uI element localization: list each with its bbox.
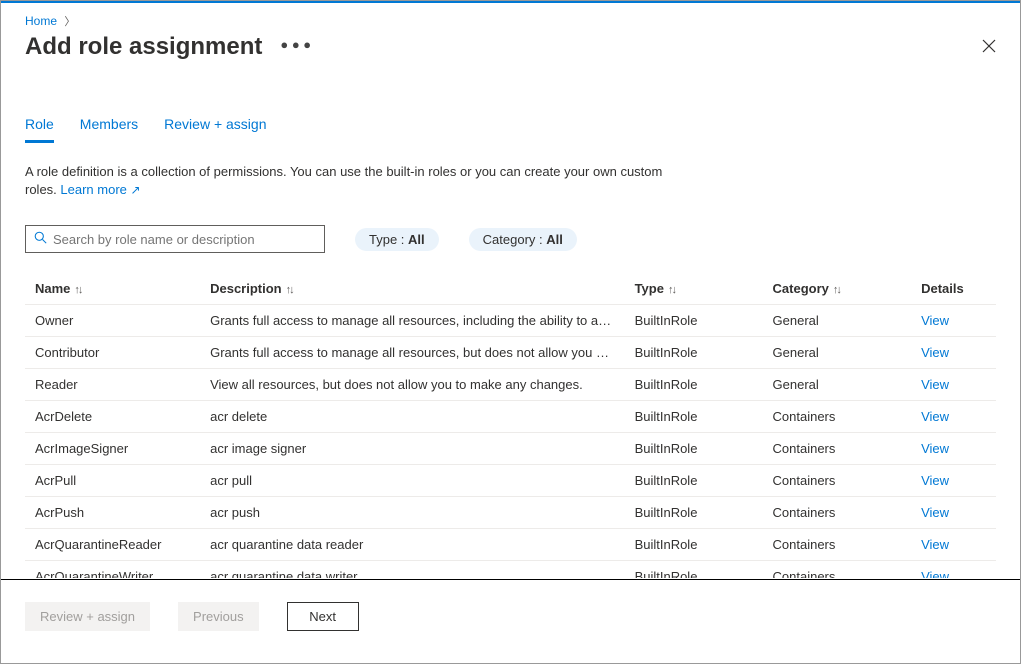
column-header-description[interactable]: Description↑↓	[200, 273, 624, 305]
role-name-cell: Reader	[25, 369, 200, 401]
role-type-cell: BuiltInRole	[625, 305, 763, 337]
view-link[interactable]: View	[921, 473, 949, 488]
role-category-cell: Containers	[763, 497, 912, 529]
close-icon[interactable]	[982, 39, 996, 56]
role-type-cell: BuiltInRole	[625, 561, 763, 579]
previous-button: Previous	[178, 602, 259, 631]
breadcrumb: Home 〉	[1, 3, 1020, 33]
role-name-cell: AcrQuarantineReader	[25, 529, 200, 561]
view-link[interactable]: View	[921, 441, 949, 456]
role-category-cell: Containers	[763, 433, 912, 465]
role-category-cell: Containers	[763, 561, 912, 579]
tab-role[interactable]: Role	[25, 112, 54, 143]
role-description-cell: Grants full access to manage all resourc…	[200, 337, 624, 369]
view-link[interactable]: View	[921, 537, 949, 552]
tab-bar: Role Members Review + assign	[25, 112, 996, 143]
column-header-category[interactable]: Category↑↓	[763, 273, 912, 305]
view-link[interactable]: View	[921, 345, 949, 360]
role-name-cell: AcrImageSigner	[25, 433, 200, 465]
role-category-cell: Containers	[763, 465, 912, 497]
role-category-cell: General	[763, 369, 912, 401]
role-name-cell: Owner	[25, 305, 200, 337]
role-description-cell: Grants full access to manage all resourc…	[200, 305, 624, 337]
table-row[interactable]: OwnerGrants full access to manage all re…	[25, 305, 996, 337]
role-name-cell: AcrPush	[25, 497, 200, 529]
role-category-cell: General	[763, 305, 912, 337]
table-row[interactable]: AcrQuarantineWriteracr quarantine data w…	[25, 561, 996, 579]
category-filter-pill[interactable]: Category : All	[469, 228, 577, 251]
tab-members[interactable]: Members	[80, 112, 138, 143]
view-link[interactable]: View	[921, 377, 949, 392]
content-scroll[interactable]: Role Members Review + assign A role defi…	[1, 86, 1020, 578]
search-icon	[34, 231, 47, 247]
search-input-wrapper[interactable]	[25, 225, 325, 253]
chevron-right-icon: 〉	[64, 16, 75, 28]
external-link-icon: ↗	[131, 183, 141, 197]
table-row[interactable]: AcrPushacr pushBuiltInRoleContainers View	[25, 497, 996, 529]
role-description-cell: acr pull	[200, 465, 624, 497]
type-filter-pill[interactable]: Type : All	[355, 228, 439, 251]
sort-icon: ↑↓	[74, 284, 81, 296]
role-name-cell: Contributor	[25, 337, 200, 369]
role-name-cell: AcrPull	[25, 465, 200, 497]
sort-icon: ↑↓	[833, 284, 840, 296]
role-type-cell: BuiltInRole	[625, 401, 763, 433]
column-header-type[interactable]: Type↑↓	[625, 273, 763, 305]
learn-more-link[interactable]: Learn more ↗	[60, 182, 140, 197]
horizontal-scrollbar[interactable]	[1, 639, 1020, 655]
role-description-cell: acr push	[200, 497, 624, 529]
role-category-cell: General	[763, 337, 912, 369]
role-description-cell: acr delete	[200, 401, 624, 433]
column-header-name[interactable]: Name↑↓	[25, 273, 200, 305]
table-row[interactable]: AcrPullacr pullBuiltInRoleContainers View	[25, 465, 996, 497]
role-category-cell: Containers	[763, 529, 912, 561]
column-header-details: Details	[911, 273, 996, 305]
role-type-cell: BuiltInRole	[625, 465, 763, 497]
role-name-cell: AcrQuarantineWriter	[25, 561, 200, 579]
view-link[interactable]: View	[921, 505, 949, 520]
role-type-cell: BuiltInRole	[625, 337, 763, 369]
table-row[interactable]: AcrImageSigneracr image signerBuiltInRol…	[25, 433, 996, 465]
role-description-cell: acr quarantine data writer	[200, 561, 624, 579]
table-row[interactable]: ReaderView all resources, but does not a…	[25, 369, 996, 401]
role-description-cell: acr quarantine data reader	[200, 529, 624, 561]
roles-table: Name↑↓ Description↑↓ Type↑↓ Category↑↓ D…	[25, 273, 996, 578]
view-link[interactable]: View	[921, 409, 949, 424]
tab-review-assign[interactable]: Review + assign	[164, 112, 266, 143]
review-assign-button: Review + assign	[25, 602, 150, 631]
role-name-cell: AcrDelete	[25, 401, 200, 433]
role-type-cell: BuiltInRole	[625, 433, 763, 465]
table-row[interactable]: AcrDeleteacr deleteBuiltInRoleContainers…	[25, 401, 996, 433]
role-type-cell: BuiltInRole	[625, 497, 763, 529]
footer-bar: Review + assign Previous Next	[1, 579, 1020, 663]
sort-icon: ↑↓	[668, 284, 675, 296]
role-type-cell: BuiltInRole	[625, 369, 763, 401]
more-actions-icon[interactable]: ● ● ●	[280, 37, 311, 52]
role-definition-description: A role definition is a collection of per…	[25, 163, 665, 199]
role-category-cell: Containers	[763, 401, 912, 433]
role-description-cell: View all resources, but does not allow y…	[200, 369, 624, 401]
table-row[interactable]: AcrQuarantineReaderacr quarantine data r…	[25, 529, 996, 561]
sort-icon: ↑↓	[286, 284, 293, 296]
search-input[interactable]	[53, 232, 316, 247]
view-link[interactable]: View	[921, 313, 949, 328]
breadcrumb-home-link[interactable]: Home	[25, 14, 57, 28]
role-type-cell: BuiltInRole	[625, 529, 763, 561]
page-title: Add role assignment	[25, 33, 262, 61]
next-button[interactable]: Next	[287, 602, 359, 631]
role-description-cell: acr image signer	[200, 433, 624, 465]
table-row[interactable]: ContributorGrants full access to manage …	[25, 337, 996, 369]
view-link[interactable]: View	[921, 569, 949, 578]
